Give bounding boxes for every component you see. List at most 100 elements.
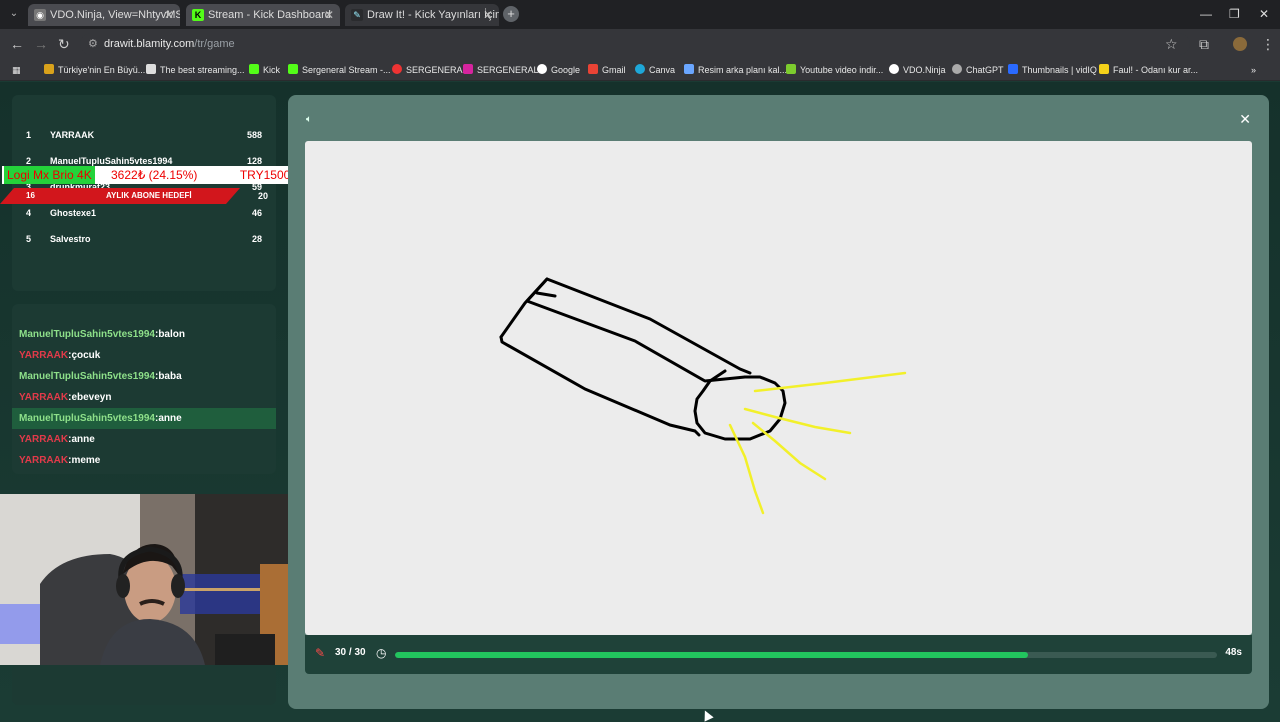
apps-icon[interactable]: ▦ (12, 63, 21, 77)
close-icon[interactable]: ✕ (324, 4, 334, 26)
bookmark-label: ChatGPT (966, 65, 1004, 75)
bookmark-item[interactable]: Youtube video indir... (786, 63, 883, 77)
round-counter: 30 / 30 (335, 647, 366, 658)
kick-icon (288, 64, 298, 74)
download-icon (786, 64, 796, 74)
tab-title: VDO.Ninja, View=NhtyvMS (50, 9, 180, 21)
goal-label: Logi Mx Brio 4K (4, 166, 95, 184)
chat-message: YARRAAK:çocuk (12, 345, 276, 366)
bookmark-item[interactable]: VDO.Ninja (889, 63, 946, 77)
chat-user: YARRAAK (19, 434, 69, 445)
round-status-bar: ✎ 30 / 30 ◷ 48s (305, 635, 1252, 674)
drawing-canvas[interactable] (305, 141, 1252, 635)
sound-icon[interactable]: 🔈︎ (306, 114, 312, 125)
window-close-icon[interactable]: ✕ (1259, 7, 1269, 21)
tab-vdo-ninja[interactable]: ◉ VDO.Ninja, View=NhtyvMS ✕ (28, 4, 180, 26)
chat-user: ManuelTupluSahin5vtes1994 (19, 329, 155, 340)
new-tab-button[interactable]: + (503, 6, 519, 22)
chat-user: YARRAAK (19, 350, 69, 361)
drawing (499, 277, 907, 515)
leaderboard-row: 1 YARRAAK 588 (26, 130, 262, 146)
minimize-icon[interactable]: — (1200, 7, 1212, 21)
bookmark-item[interactable]: Türkiye'nin En Büyü... (44, 63, 145, 77)
canva-icon (635, 64, 645, 74)
bookmark-item[interactable]: Gmail (588, 63, 626, 77)
bookmark-item[interactable]: Google (537, 63, 580, 77)
subscriber-goal-bar: 16 AYLIK ABONE HEDEFİ 20 (0, 188, 300, 204)
bookmark-item[interactable]: Thumbnails | vidIQ (1008, 63, 1097, 77)
chat-message: YARRAAK:anne (12, 429, 276, 450)
leaderboard-row: 5 Salvestro 28 (26, 234, 262, 250)
bookmark-label: SERGENERAL (477, 65, 539, 75)
chat-panel: ManuelTupluSahin5vtes1994:balon YARRAAK:… (12, 304, 276, 474)
chat-message: YARRAAK:meme (12, 450, 276, 471)
close-icon[interactable]: ✕ (1239, 111, 1251, 128)
goal-value: 20 (258, 191, 269, 201)
bookmark-item[interactable]: Resim arka planı kal... (684, 63, 787, 77)
chat-message: ManuelTupluSahin5vtes1994:baba (12, 366, 276, 387)
bookmark-label: Thumbnails | vidIQ (1022, 65, 1097, 75)
chat-user: YARRAAK (19, 455, 69, 466)
chat-text: meme (71, 455, 101, 466)
extensions-icon[interactable]: ⧉ (1199, 36, 1209, 53)
bookmark-label: Google (551, 65, 581, 75)
chat-text: anne (158, 413, 182, 424)
bookmark-label: Kick (263, 65, 281, 75)
goal-count: 16 (26, 191, 35, 200)
bookmark-item[interactable]: The best streaming... (146, 63, 245, 77)
chat-message: YARRAAK:ebeveyn (12, 387, 276, 408)
bookmark-item[interactable]: Sergeneral Stream -... (288, 63, 391, 77)
player-name: Salvestro (50, 234, 91, 244)
player-score: 28 (251, 234, 262, 244)
tab-search-icon[interactable]: ⌄ (6, 6, 22, 22)
light-beam-sketch (728, 371, 907, 515)
bookmark-item[interactable]: SERGENERAL (392, 63, 468, 77)
rank: 1 (26, 130, 32, 140)
tab-title: Stream - Kick Dashboard (208, 9, 331, 21)
bookmark-label: Gmail (602, 65, 626, 75)
close-icon[interactable]: ✕ (164, 4, 174, 26)
bookmark-item[interactable]: ChatGPT (952, 63, 1004, 77)
time-progress-fill (395, 652, 1028, 658)
more-bookmarks-icon[interactable]: » (1251, 63, 1256, 77)
game-card: 🔈︎ ✕ ✎ 30 / 30 ◷ 48s (288, 95, 1269, 709)
player-score: 128 (246, 156, 262, 166)
reload-icon[interactable]: ↻ (58, 36, 70, 53)
player-score: 588 (246, 130, 262, 140)
chat-message: ManuelTupluSahin5vtes1994:balon (12, 324, 276, 345)
menu-icon[interactable]: ⋮ (1261, 36, 1275, 53)
kick-icon: K (192, 9, 204, 21)
chat-user: YARRAAK (19, 392, 69, 403)
bookmark-icon (1099, 64, 1109, 74)
bookmark-icon (684, 64, 694, 74)
url-input[interactable]: ⚙ drawit.blamity.com/tr/game (80, 33, 1190, 55)
bookmark-label: Youtube video indir... (800, 65, 884, 75)
profile-avatar[interactable] (1233, 37, 1247, 51)
forward-icon[interactable]: → (34, 36, 48, 52)
player-score: 46 (251, 208, 262, 218)
tab-kick-dashboard[interactable]: K Stream - Kick Dashboard ✕ (186, 4, 340, 26)
url-path: /tr/game (194, 38, 235, 50)
vidiq-icon (1008, 64, 1018, 74)
rank: 5 (26, 234, 32, 244)
bookmark-label: Faul! - Odanı kur ar... (1113, 65, 1199, 75)
chat-text: baba (158, 371, 182, 382)
bookmark-item[interactable]: Faul! - Odanı kur ar... (1099, 63, 1198, 77)
bookmark-label: Canva (649, 65, 676, 75)
maximize-icon[interactable]: ❐ (1229, 7, 1240, 21)
bookmark-label: Resim arka planı kal... (698, 65, 788, 75)
bookmark-item[interactable]: Kick (249, 63, 280, 77)
close-icon[interactable]: ✕ (483, 4, 493, 26)
chat-text: balon (158, 329, 185, 340)
bookmark-star-icon[interactable]: ☆ (1165, 36, 1178, 53)
chat-text: anne (71, 434, 95, 445)
time-remaining: 48s (1225, 647, 1242, 658)
back-icon[interactable]: ← (10, 36, 24, 52)
player-name: YARRAAK (50, 130, 95, 140)
site-info-icon[interactable]: ⚙ (88, 33, 98, 55)
tab-draw-it[interactable]: ✎ Draw It! - Kick Yayınları İçin Çizi ✕ (345, 4, 499, 26)
bookmark-item[interactable]: Canva (635, 63, 675, 77)
pencil-icon: ✎ (351, 9, 363, 21)
bookmark-item[interactable]: SERGENERAL (463, 63, 539, 77)
pencil-icon: ✎ (315, 646, 326, 660)
